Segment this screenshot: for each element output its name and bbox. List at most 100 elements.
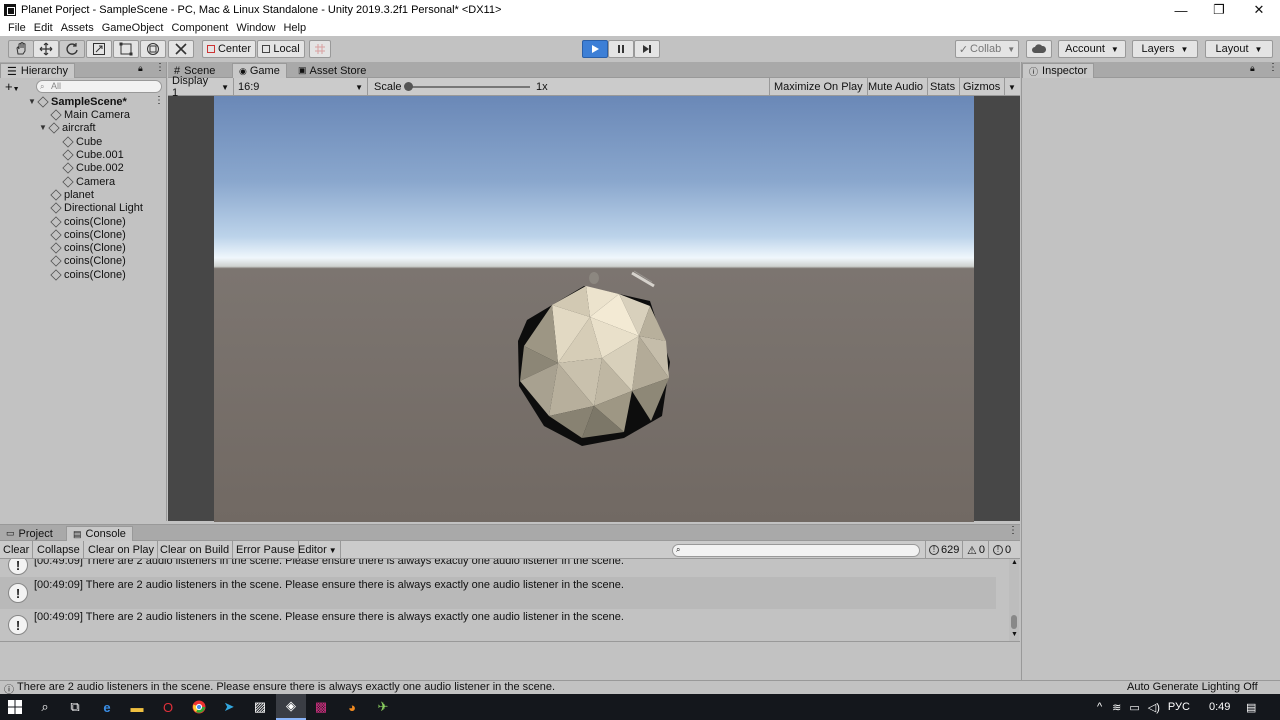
network-icon[interactable]: ≋ [1112, 701, 1121, 714]
battery-icon[interactable]: ▭ [1129, 701, 1139, 714]
console-search-input[interactable]: ⌕ [672, 544, 920, 557]
menu-edit[interactable]: Edit [30, 22, 57, 34]
menu-window[interactable]: Window [232, 22, 279, 34]
hierarchy-item[interactable]: coins(Clone) [50, 268, 126, 281]
transform-tool-button[interactable] [140, 40, 166, 58]
tab-asset-store[interactable]: ▣ Asset Store [292, 63, 372, 78]
editor-dropdown[interactable]: Editor ▼ [295, 541, 341, 559]
hierarchy-search-input[interactable]: ⌕ All [36, 80, 162, 93]
hierarchy-item[interactable]: ▼ aircraft [39, 121, 96, 134]
hierarchy-item[interactable]: Cube.001 [62, 148, 124, 161]
maximize-on-play-toggle[interactable]: Maximize On Play [769, 78, 868, 96]
minimize-button[interactable]: — [1162, 0, 1200, 20]
hierarchy-item[interactable]: planet [50, 188, 94, 201]
log-row[interactable]: ! [00:49:09] There are 2 audio listeners… [0, 559, 996, 577]
hierarchy-item[interactable]: coins(Clone) [50, 241, 126, 254]
tab-project[interactable]: ▭ Project [0, 526, 59, 541]
menu-file[interactable]: File [4, 22, 30, 34]
step-button[interactable] [634, 40, 660, 58]
photos-app[interactable]: ▨ [245, 694, 275, 720]
log-row[interactable]: ! [00:49:09] There are 2 audio listeners… [0, 577, 996, 609]
play-button[interactable] [582, 40, 608, 58]
scrollbar-thumb[interactable] [1011, 615, 1017, 629]
scroll-up-icon[interactable]: ▲ [1011, 559, 1018, 566]
hierarchy-item[interactable]: Directional Light [50, 201, 143, 214]
error-pause-toggle[interactable]: Error Pause [233, 541, 299, 559]
telegram-app[interactable]: ➤ [214, 694, 244, 720]
hierarchy-scene-root[interactable]: ▼ SampleScene* [28, 95, 127, 108]
edge-app[interactable]: e [92, 694, 122, 720]
hierarchy-item[interactable]: Camera [62, 175, 115, 188]
panel-menu-icon[interactable]: ⋮ [1008, 525, 1018, 536]
pause-button[interactable] [608, 40, 634, 58]
panel-menu-icon[interactable]: ⋮ [1268, 62, 1278, 73]
snap-button[interactable] [309, 40, 331, 58]
task-view-button[interactable]: ⧉ [60, 694, 90, 720]
search-taskbar-button[interactable]: ⌕ [30, 694, 60, 720]
clear-on-build-toggle[interactable]: Clear on Build [157, 541, 234, 559]
tab-inspector[interactable]: ⓘ Inspector [1022, 63, 1095, 78]
tray-expand-icon[interactable]: ^ [1097, 701, 1102, 713]
log-row[interactable]: ! [00:49:09] There are 2 audio listeners… [0, 609, 996, 641]
jetbrains-app[interactable]: ▩ [306, 694, 336, 720]
account-dropdown[interactable]: Account ▼ [1058, 40, 1126, 58]
hierarchy-item[interactable]: Main Camera [50, 108, 130, 121]
status-message[interactable]: There are 2 audio listeners in the scene… [17, 681, 555, 693]
opera-app[interactable]: O [153, 694, 183, 720]
tab-console[interactable]: ▤ Console [66, 526, 133, 541]
close-button[interactable]: ✕ [1240, 0, 1278, 20]
display-dropdown[interactable]: Display 1 ▼ [168, 75, 234, 99]
stats-toggle[interactable]: Stats [926, 78, 961, 96]
scene-menu-icon[interactable]: ⋮ [154, 95, 164, 106]
collapse-toggle[interactable]: Collapse [34, 541, 84, 559]
tab-game[interactable]: ◉ Game [232, 63, 287, 78]
lock-icon[interactable]: 🔒︎ [1250, 63, 1255, 74]
menu-help[interactable]: Help [279, 22, 310, 34]
unity-app[interactable]: ◈ [276, 694, 306, 720]
panel-menu-icon[interactable]: ⋮ [155, 62, 165, 73]
scale-slider-thumb[interactable] [404, 82, 413, 91]
aspect-dropdown[interactable]: 16:9 ▼ [234, 78, 368, 96]
lighting-status[interactable]: Auto Generate Lighting Off [1127, 681, 1258, 693]
pivot-center-button[interactable]: Center [202, 40, 256, 58]
lock-icon[interactable]: 🔒︎ [138, 63, 143, 74]
chrome-app[interactable] [184, 694, 214, 720]
mute-audio-toggle[interactable]: Mute Audio [864, 78, 929, 96]
collab-button[interactable]: ✓ Collab ▼ [955, 40, 1019, 58]
gizmos-dropdown[interactable]: ▼ [1004, 78, 1020, 96]
hand-tool-button[interactable] [8, 40, 34, 58]
log-info-toggle[interactable]: ! 629 [925, 541, 964, 559]
explorer-app[interactable]: ▬ [122, 694, 152, 720]
notification-icon[interactable]: ▤ [1246, 694, 1256, 720]
clear-on-play-toggle[interactable]: Clear on Play [85, 541, 159, 559]
console-scrollbar[interactable]: ▲ ▼ [1009, 559, 1019, 641]
hierarchy-item[interactable]: coins(Clone) [50, 215, 126, 228]
hierarchy-item[interactable]: coins(Clone) [50, 228, 126, 241]
gizmos-toggle[interactable]: Gizmos [959, 78, 1006, 96]
rect-tool-button[interactable] [113, 40, 139, 58]
custom-tool-button[interactable] [168, 40, 194, 58]
layout-dropdown[interactable]: Layout ▼ [1205, 40, 1273, 58]
create-button[interactable]: +▼ [5, 79, 20, 94]
scale-tool-button[interactable] [86, 40, 112, 58]
game-render[interactable] [214, 96, 974, 522]
scale-slider[interactable] [404, 82, 530, 91]
volume-icon[interactable]: ◁) [1148, 701, 1160, 714]
hierarchy-item[interactable]: Cube [62, 135, 102, 148]
log-error-toggle[interactable]: ! 0 [990, 541, 1014, 559]
app-pinned[interactable]: ✈ [368, 694, 398, 720]
game-viewport[interactable] [168, 96, 1020, 522]
hierarchy-item[interactable]: Cube.002 [62, 161, 124, 174]
clock[interactable]: 0:49 [1209, 694, 1230, 720]
move-tool-button[interactable] [33, 40, 59, 58]
menu-assets[interactable]: Assets [57, 22, 98, 34]
tab-hierarchy[interactable]: ☰ Hierarchy [0, 63, 75, 78]
menu-component[interactable]: Component [167, 22, 232, 34]
scroll-down-icon[interactable]: ▼ [1011, 631, 1018, 638]
log-warning-toggle[interactable]: ⚠ 0 [964, 541, 989, 559]
rotate-tool-button[interactable] [59, 40, 85, 58]
clear-button[interactable]: Clear [0, 541, 34, 559]
language-indicator[interactable]: РУС [1168, 701, 1190, 713]
hierarchy-item[interactable]: coins(Clone) [50, 254, 126, 267]
menu-gameobject[interactable]: GameObject [98, 22, 168, 34]
